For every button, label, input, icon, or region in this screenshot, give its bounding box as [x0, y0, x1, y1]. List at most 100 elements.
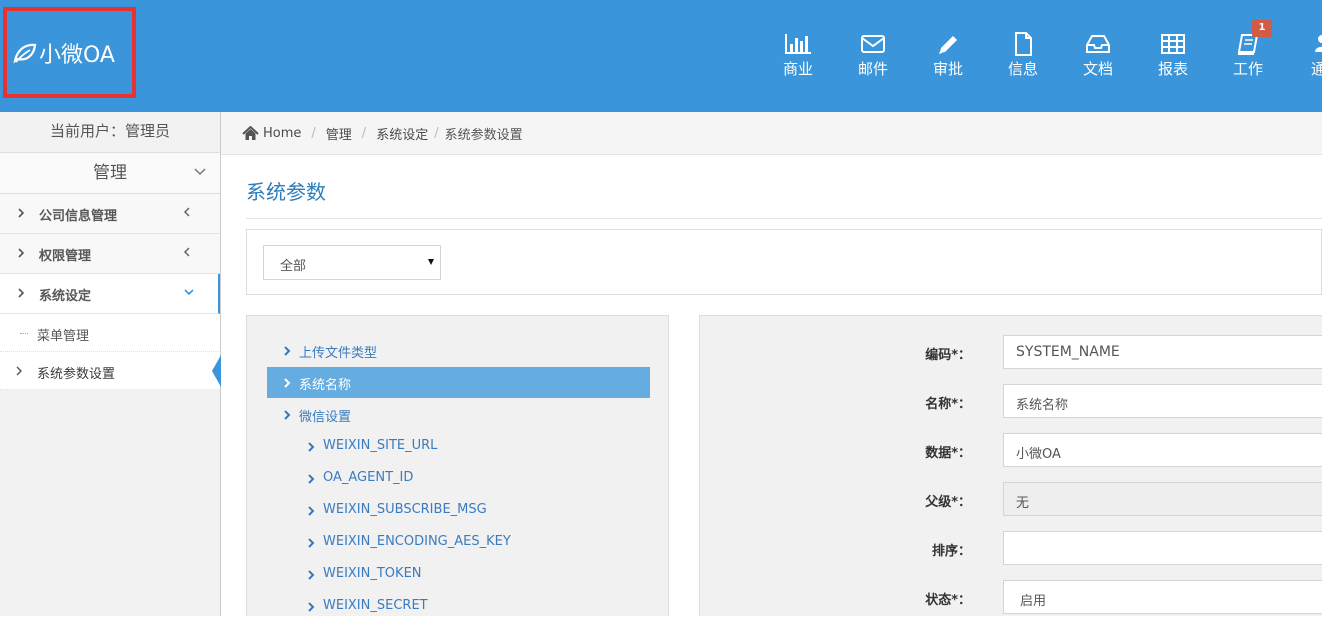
parent-label: 父级*：: [925, 495, 971, 510]
chevron-right-icon: [308, 474, 315, 484]
nav-item-contacts[interactable]: 通讯: [1293, 32, 1322, 82]
breadcrumb-item[interactable]: 系统设定: [376, 124, 428, 143]
chevron-left-icon: [183, 247, 190, 257]
current-user: 当前用户：管理员: [0, 112, 220, 153]
nav-label: 邮件: [857, 60, 888, 78]
breadcrumb-separator: /: [434, 126, 439, 141]
sort-field[interactable]: [1003, 531, 1322, 565]
sidebar-subitem-menu-management[interactable]: 菜单管理: [0, 314, 220, 352]
chevron-right-icon: [308, 442, 315, 452]
nav-label: 文档: [1082, 60, 1113, 78]
nav-label: 报表: [1157, 60, 1188, 78]
breadcrumb-home[interactable]: Home: [263, 126, 301, 141]
page-title: 系统参数: [246, 176, 326, 205]
sidebar-subitem-label: 系统参数设置: [37, 367, 116, 382]
chevron-down-icon: [194, 153, 206, 193]
nav-item-docs[interactable]: 文档: [1068, 32, 1128, 82]
nav-item-approval[interactable]: 审批: [918, 32, 978, 82]
sidebar-section-label: 管理: [93, 163, 127, 183]
data-value: 小微OA: [1016, 447, 1061, 462]
sidebar-item-label: 公司信息管理: [39, 209, 118, 224]
code-value: SYSTEM_NAME: [1016, 344, 1120, 360]
nav-item-work[interactable]: 1 工作: [1218, 20, 1278, 82]
status-select[interactable]: 启用: [1003, 580, 1322, 614]
nav-label: 工作: [1232, 60, 1263, 78]
tree-item-label: 上传文件类型: [299, 346, 378, 361]
form-row-sort: 排序：: [700, 531, 1322, 565]
nav-label: 商业: [782, 60, 813, 78]
tree-item[interactable]: WEIXIN_SITE_URL: [267, 431, 650, 462]
home-icon: [242, 126, 259, 140]
chevron-down-icon: [184, 289, 194, 296]
bar-chart-icon: [783, 32, 813, 56]
tree-item[interactable]: 微信设置: [267, 399, 650, 430]
caret-down-icon: [428, 259, 434, 265]
chevron-right-icon: [308, 570, 315, 580]
tree-item[interactable]: WEIXIN_SUBSCRIBE_MSG: [267, 495, 650, 526]
tree-item-label: 微信设置: [299, 410, 352, 425]
data-field[interactable]: 小微OA: [1003, 433, 1322, 467]
tree-item[interactable]: WEIXIN_SECRET: [267, 591, 650, 622]
file-icon: [1008, 32, 1038, 56]
name-value: 系统名称: [1016, 398, 1069, 413]
tree-item-label: WEIXIN_SECRET: [323, 598, 428, 613]
breadcrumb-current: 系统参数设置: [444, 128, 523, 143]
breadcrumb-item[interactable]: 管理: [326, 124, 352, 143]
name-field[interactable]: 系统名称: [1003, 384, 1322, 418]
sidebar-item-permissions[interactable]: 权限管理: [0, 234, 220, 274]
nav-item-reports[interactable]: 报表: [1143, 32, 1203, 82]
status-label: 状态*：: [925, 593, 971, 608]
chevron-right-icon: [308, 602, 315, 612]
nav-item-business[interactable]: 商业: [768, 32, 828, 82]
sidebar-section-header[interactable]: 管理: [0, 153, 220, 194]
sidebar-item-system-settings[interactable]: 系统设定: [0, 274, 220, 314]
form-row-parent: 父级*： 无: [700, 482, 1322, 516]
brand-logo-highlight[interactable]: 小微OA: [3, 7, 136, 98]
chevron-right-icon: [284, 346, 291, 356]
form-row-status: 状态*： 启用: [700, 580, 1322, 614]
category-select-value: 全部: [280, 259, 307, 274]
sort-label: 排序：: [931, 544, 971, 559]
parent-value: 无: [1016, 496, 1030, 511]
sidebar-item-company-info[interactable]: 公司信息管理: [0, 194, 220, 234]
tree-item-selected[interactable]: 系统名称: [267, 367, 650, 398]
chevron-right-icon: [308, 506, 315, 516]
sidebar-subitem-label: 菜单管理: [37, 329, 90, 344]
parent-field[interactable]: 无: [1003, 482, 1322, 516]
divider: [246, 218, 1322, 219]
chevron-right-icon: [18, 248, 25, 258]
breadcrumb-separator: /: [361, 126, 367, 141]
tree-item[interactable]: WEIXIN_TOKEN: [267, 559, 650, 590]
chevron-right-icon: [284, 378, 291, 388]
nav-item-info[interactable]: 信息: [993, 32, 1053, 82]
table-icon: [1158, 32, 1188, 56]
nav-item-mail[interactable]: 邮件: [843, 32, 903, 82]
sidebar-submenu: 菜单管理 系统参数设置: [0, 314, 221, 390]
brand-logo[interactable]: 小微OA: [13, 37, 115, 69]
tree-item-label: WEIXIN_SITE_URL: [323, 438, 438, 453]
tree-item-label: WEIXIN_SUBSCRIBE_MSG: [323, 502, 487, 517]
tree-item[interactable]: WEIXIN_ENCODING_AES_KEY: [267, 527, 650, 558]
chevron-right-icon: [18, 288, 25, 298]
nav-label: 信息: [1007, 60, 1038, 78]
form-row-code: 编码*： SYSTEM_NAME: [700, 335, 1322, 369]
brand-name: 小微OA: [39, 43, 115, 68]
envelope-icon: [858, 32, 888, 56]
chevron-left-icon: [183, 207, 190, 217]
tree-item[interactable]: OA_AGENT_ID: [267, 463, 650, 494]
sidebar: 当前用户：管理员 管理 公司信息管理 权限管理 系统设定 菜单管理 系统参数设置: [0, 112, 221, 616]
form-row-name: 名称*： 系统名称: [700, 384, 1322, 418]
status-value: 启用: [1020, 594, 1047, 609]
breadcrumb-separator: /: [311, 126, 316, 141]
leaf-icon: [13, 43, 37, 64]
nav-label: 通讯: [1310, 60, 1322, 78]
chevron-right-icon: [16, 366, 22, 376]
category-select[interactable]: 全部: [263, 245, 441, 280]
pencil-icon: [933, 32, 963, 56]
tree-item[interactable]: 上传文件类型: [267, 335, 650, 366]
sidebar-subitem-system-params[interactable]: 系统参数设置: [0, 352, 221, 390]
nav-label: 审批: [932, 60, 963, 78]
top-navbar: 小微OA 商业 邮件 审批 信息 文档 报表 1 工作 通: [0, 0, 1322, 112]
code-field[interactable]: SYSTEM_NAME: [1003, 335, 1322, 369]
chevron-right-icon: [308, 538, 315, 548]
